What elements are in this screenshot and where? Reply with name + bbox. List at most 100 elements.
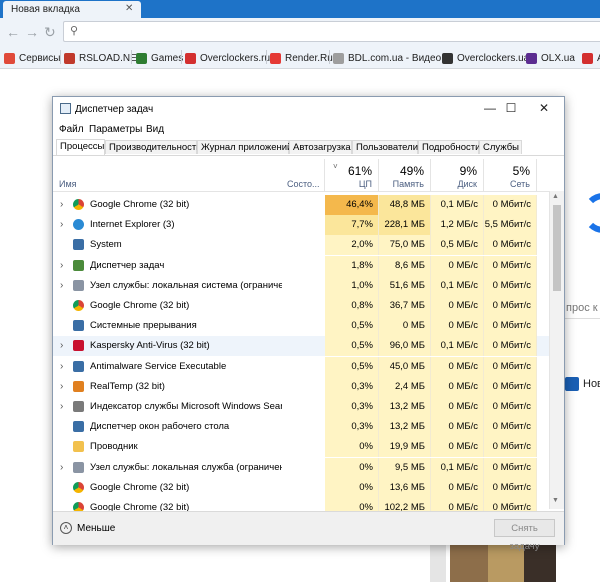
chevron-up-circle-icon[interactable]: ˄	[60, 522, 72, 534]
column-disk[interactable]: 9% Диск	[431, 159, 484, 191]
browser-tab[interactable]: Новая вкладка ✕	[3, 1, 141, 18]
tab-startup[interactable]: Автозагрузка	[289, 140, 352, 154]
task-manager-window: Диспетчер задач — ☐ ✕ Файл Параметры Вид…	[52, 96, 565, 552]
page-icon	[333, 52, 344, 64]
process-row[interactable]: › Google Chrome (32 bit) 46,4% 48,8 МБ 0,1 М…	[53, 195, 549, 215]
cpu-value: 0,3%	[325, 397, 379, 417]
maximize-icon[interactable]: ☐	[501, 100, 521, 116]
scroll-down-icon[interactable]: ▼	[552, 497, 559, 504]
network-value: 0 Мбит/с	[484, 296, 537, 316]
vertical-scrollbar[interactable]: ▲ ▼	[549, 191, 564, 509]
menu-view[interactable]: Вид	[146, 124, 164, 135]
tab-app-history[interactable]: Журнал приложений	[197, 140, 292, 154]
tab-services[interactable]: Службы	[479, 140, 522, 154]
memory-value: 2,4 МБ	[379, 376, 431, 397]
scroll-up-icon[interactable]: ▲	[552, 193, 559, 200]
chevron-right-icon[interactable]: ›	[60, 462, 63, 473]
footer-bar: ˄ Меньше Снять задачу	[53, 511, 564, 552]
process-row[interactable]: › Kaspersky Anti-Virus (32 bit) 0,5% 96,0 М…	[53, 336, 549, 357]
process-row[interactable]: Google Chrome (32 bit) 0% 13,6 МБ 0 МБ/с 0 М…	[53, 477, 549, 498]
bookmark-item[interactable]: Overclockers.ua	[442, 51, 529, 65]
cpu-value: 0,5%	[325, 316, 379, 337]
bookmark-item[interactable]: Au	[582, 51, 600, 65]
column-status[interactable]: Состо...	[285, 159, 325, 191]
disk-value: 0,1 МБ/с	[431, 457, 484, 478]
cpu-value: 0,5%	[325, 356, 379, 377]
thumbnail-tile[interactable]	[430, 545, 446, 582]
bookmark-item[interactable]: Overclockers.ru	[185, 51, 270, 65]
process-row[interactable]: Системные прерывания 0,5% 0 МБ 0 МБ/с 0 Мбит…	[53, 316, 549, 337]
window-title: Диспетчер задач	[75, 104, 154, 115]
end-task-button[interactable]: Снять задачу	[494, 519, 555, 552]
process-row[interactable]: › RealTemp (32 bit) 0,3% 2,4 МБ 0 МБ/с 0 Мбит…	[53, 376, 549, 397]
process-row[interactable]: › Узел службы: локальная служба (ограниче…	[53, 457, 549, 478]
bookmark-label: Сервисы	[19, 52, 61, 64]
process-row[interactable]: › Диспетчер задач 1,8% 8,6 МБ 0 МБ/с 0 Мбит/с	[53, 255, 549, 276]
column-cpu[interactable]: ˅ 61% ЦП	[325, 159, 379, 191]
minimize-icon[interactable]: —	[480, 100, 500, 116]
chevron-right-icon[interactable]: ›	[60, 340, 63, 351]
process-name: Internet Explorer (3)	[90, 219, 175, 231]
address-bar[interactable]: ⚲	[63, 21, 600, 42]
chevron-right-icon[interactable]: ›	[60, 381, 63, 392]
close-icon[interactable]: ✕	[125, 3, 133, 14]
process-name: Проводник	[90, 441, 138, 453]
chevron-right-icon[interactable]: ›	[60, 361, 63, 372]
thumbnail-tile[interactable]	[450, 545, 488, 582]
news-tile-label[interactable]: Нов	[583, 378, 600, 390]
bookmark-item[interactable]: Games	[136, 51, 183, 65]
process-row[interactable]: Диспетчер окон рабочего стола 0,3% 13,2 МБ…	[53, 417, 549, 438]
network-value: 0 Мбит/с	[484, 336, 537, 357]
memory-value: 13,2 МБ	[379, 397, 431, 417]
scrollbar-thumb[interactable]	[553, 205, 561, 291]
chevron-right-icon[interactable]: ›	[60, 280, 63, 291]
process-row[interactable]: › Antimalware Service Executable 0,5% 45,0 …	[53, 356, 549, 377]
close-icon[interactable]: ✕	[534, 100, 554, 116]
cpu-value: 0%	[325, 457, 379, 478]
process-row[interactable]: System 2,0% 75,0 МБ 0,5 МБ/с 0 Мбит/с	[53, 235, 549, 256]
memory-value: 75,0 МБ	[379, 235, 431, 256]
chevron-right-icon[interactable]: ›	[60, 260, 63, 271]
column-status-label: Состо...	[287, 179, 320, 189]
network-value: 0 Мбит/с	[484, 457, 537, 478]
bookmark-divider	[329, 50, 330, 64]
forward-arrow-icon[interactable]: →	[25, 24, 39, 40]
search-box-hint[interactable]: прос к	[566, 302, 598, 314]
window-icon	[73, 320, 84, 332]
network-value: 0 Мбит/с	[484, 477, 537, 498]
bookmark-item[interactable]: BDL.com.ua - Видео...	[333, 51, 449, 65]
cpu-label: ЦП	[358, 179, 372, 189]
reload-icon[interactable]: ↻	[44, 24, 56, 41]
bookmark-item[interactable]: Сервисы	[4, 51, 60, 65]
fewer-details-link[interactable]: Меньше	[77, 523, 115, 534]
bookmark-item[interactable]: Render.Ru	[270, 51, 333, 65]
menu-file[interactable]: Файл	[59, 124, 84, 135]
site-icon	[64, 52, 75, 64]
process-row[interactable]: › Internet Explorer (3) 7,7% 228,1 МБ 1,2 МБ…	[53, 215, 549, 236]
window-icon	[73, 239, 84, 251]
cpu-value: 0,5%	[325, 336, 379, 357]
tab-details[interactable]: Подробности	[418, 140, 480, 154]
column-name[interactable]: Имя	[53, 159, 285, 191]
title-bar[interactable]: Диспетчер задач — ☐ ✕	[53, 97, 564, 121]
search-box-underline	[562, 318, 600, 319]
chevron-right-icon[interactable]: ›	[60, 219, 63, 230]
column-network[interactable]: 5% Сеть	[484, 159, 537, 191]
memory-value: 96,0 МБ	[379, 336, 431, 357]
tab-processes[interactable]: Процессы	[56, 139, 105, 155]
news-tile-icon[interactable]	[565, 377, 579, 391]
back-arrow-icon[interactable]: ←	[6, 24, 20, 40]
cpu-total: 61%	[347, 164, 372, 178]
process-row[interactable]: › Индексатор службы Microsoft Windows Sea…	[53, 397, 549, 417]
process-row[interactable]: Проводник 0% 19,9 МБ 0 МБ/с 0 Мбит/с	[53, 437, 549, 458]
process-name: System	[90, 239, 122, 251]
process-row[interactable]: Google Chrome (32 bit) 0,8% 36,7 МБ 0 МБ/с 0…	[53, 296, 549, 316]
tab-performance[interactable]: Производительность	[105, 140, 201, 154]
tab-users[interactable]: Пользователи	[352, 140, 418, 154]
menu-options[interactable]: Параметры	[89, 124, 142, 135]
chevron-right-icon[interactable]: ›	[60, 199, 63, 210]
column-memory[interactable]: 49% Память	[379, 159, 431, 191]
bookmark-item[interactable]: OLX.ua	[526, 51, 575, 65]
process-row[interactable]: › Узел службы: локальная система (огранич…	[53, 275, 549, 296]
chevron-right-icon[interactable]: ›	[60, 401, 63, 412]
